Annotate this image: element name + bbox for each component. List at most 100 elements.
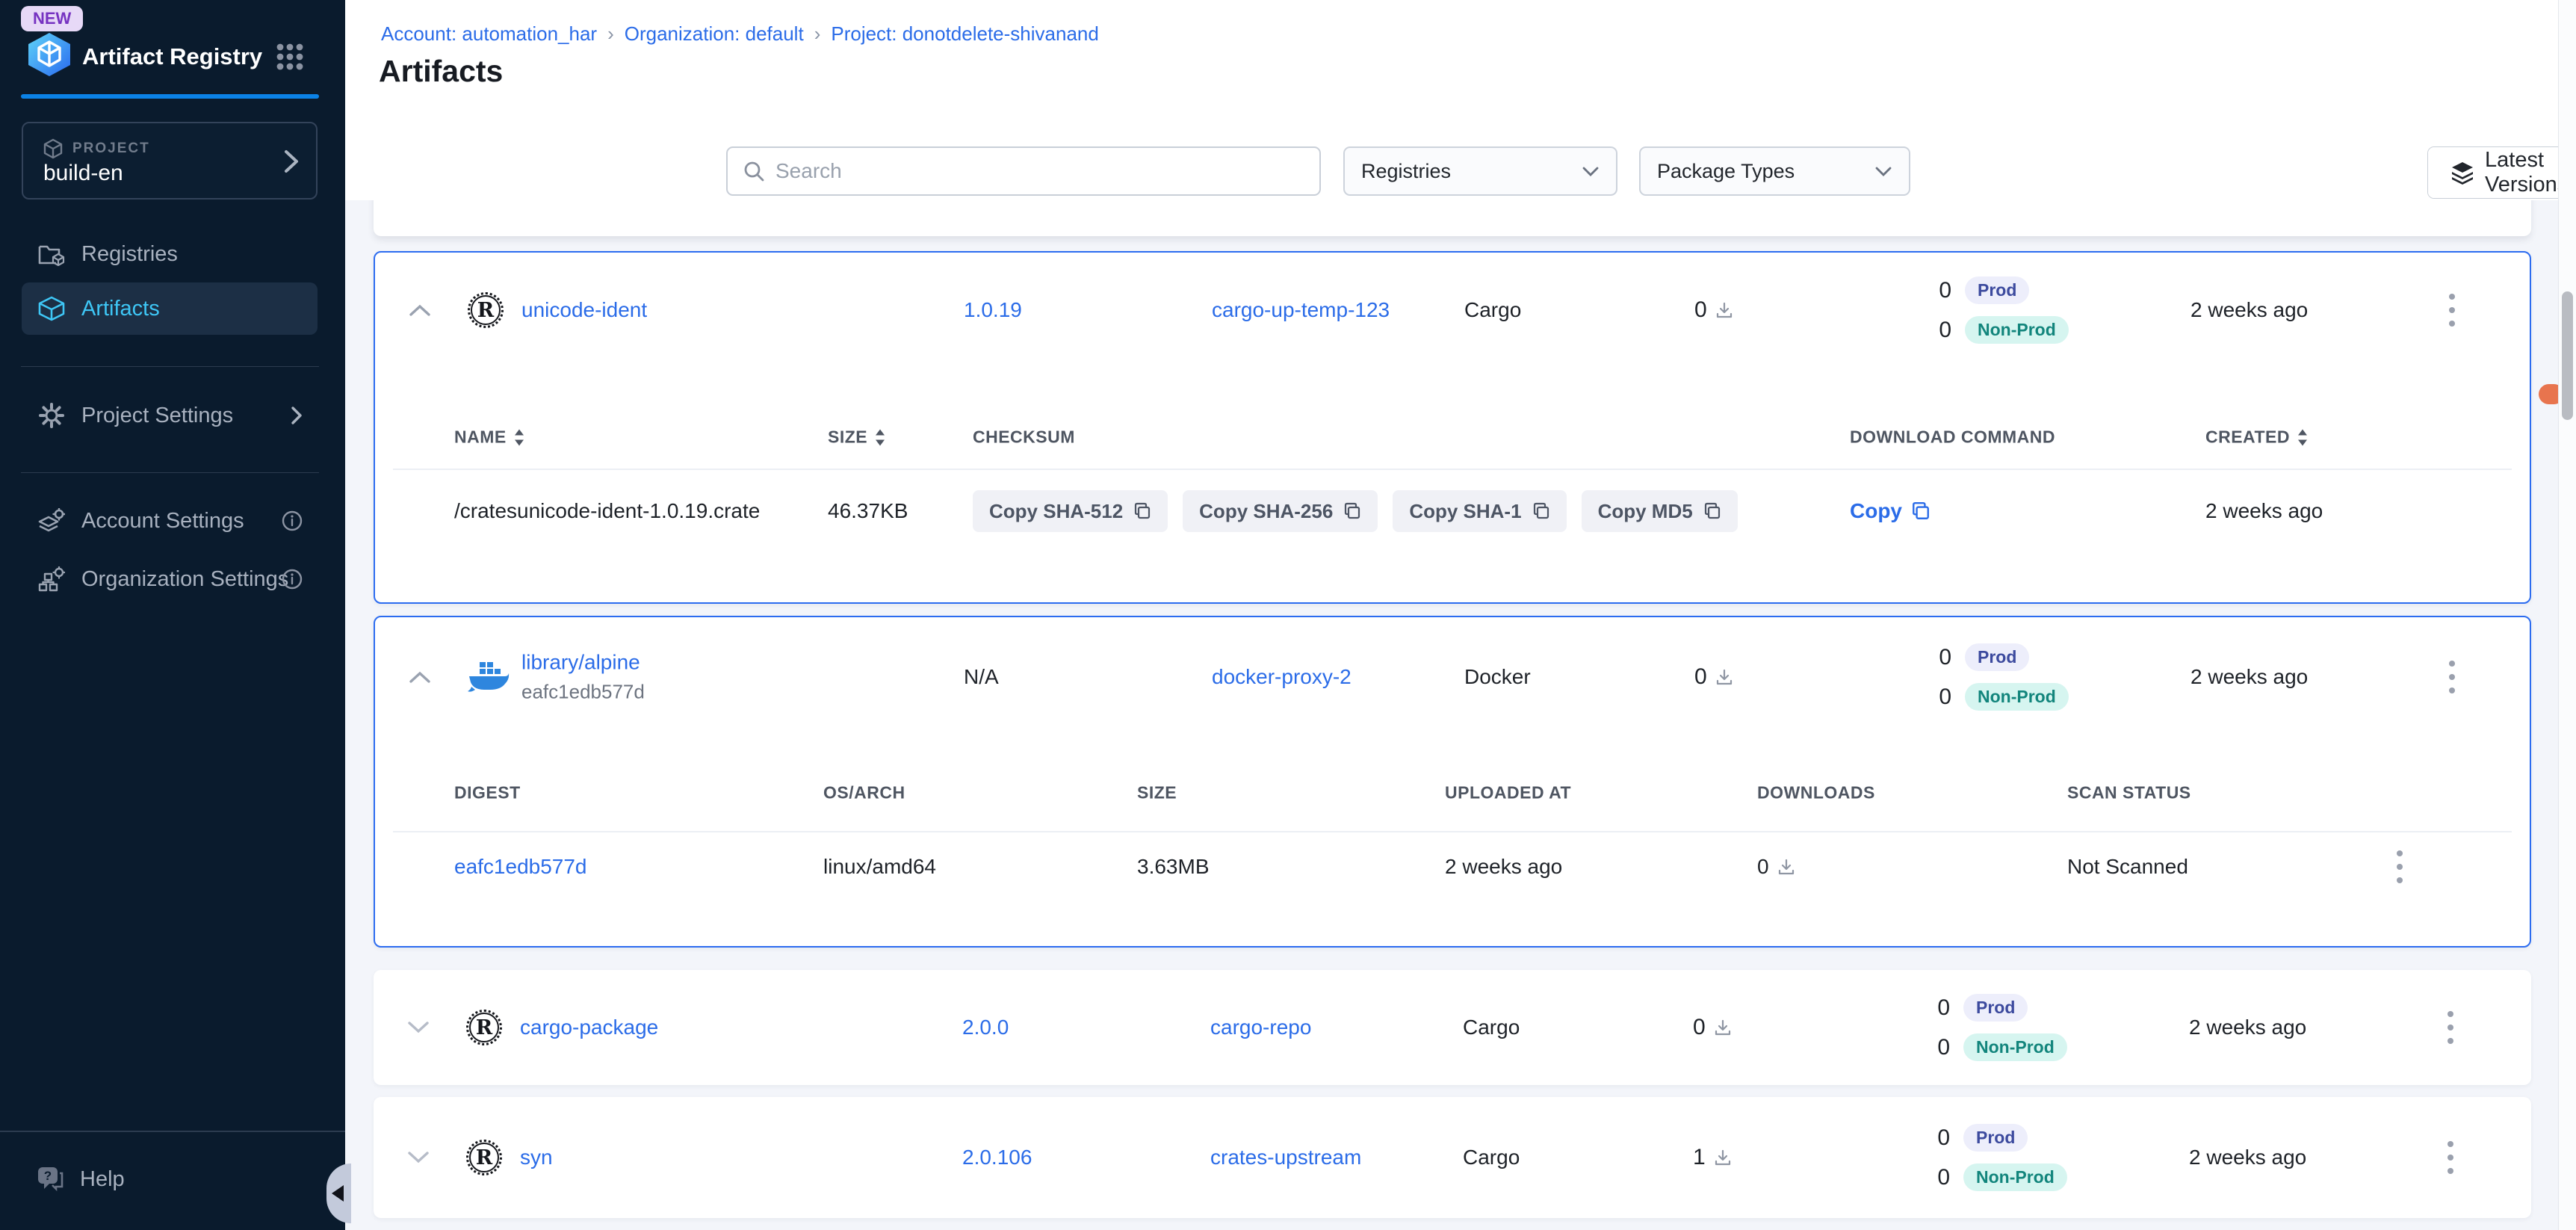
page-scrollbar[interactable] bbox=[2558, 0, 2576, 1230]
artifact-row[interactable]: R syn 2.0.106 crates-upstream Cargo 1 0 … bbox=[374, 1097, 2531, 1218]
breadcrumb-organization[interactable]: Organization: default bbox=[625, 22, 804, 46]
rust-crate-icon: R bbox=[466, 1010, 502, 1045]
sidebar-item-artifacts[interactable]: Artifacts bbox=[22, 282, 318, 335]
gear-icon bbox=[38, 402, 65, 429]
file-size: 46.37KB bbox=[828, 499, 908, 523]
artifact-repository-link[interactable]: crates-upstream bbox=[1210, 1146, 1361, 1169]
sidebar-item-organization-settings[interactable]: Organization Settings bbox=[22, 553, 318, 605]
sidebar-item-label: Account Settings bbox=[81, 509, 244, 534]
nonprod-count: 0 bbox=[1938, 684, 1951, 710]
latest-versions-button[interactable]: Latest Versions bbox=[2428, 147, 2576, 198]
artifact-version-link[interactable]: 2.0.0 bbox=[962, 1016, 1009, 1039]
artifact-repository-link[interactable]: docker-proxy-2 bbox=[1212, 665, 1352, 688]
info-icon[interactable] bbox=[282, 510, 303, 531]
prod-badge: Prod bbox=[1965, 643, 2029, 671]
artifact-row[interactable]: R cargo-package 2.0.0 cargo-repo Cargo 0… bbox=[374, 970, 2531, 1085]
chevron-right-icon bbox=[291, 406, 303, 425]
project-label: PROJECT bbox=[72, 140, 150, 157]
row-menu-kebab-icon[interactable] bbox=[2442, 286, 2462, 334]
sidebar-item-label: Organization Settings bbox=[81, 567, 288, 592]
download-icon bbox=[1715, 1149, 1731, 1166]
image-size: 3.63MB bbox=[1137, 855, 1210, 879]
registries-dropdown[interactable]: Registries bbox=[1343, 146, 1617, 196]
divider bbox=[393, 831, 2512, 832]
search-box bbox=[726, 146, 1321, 196]
layers-gear-icon bbox=[38, 508, 65, 534]
expand-row-chevron-down[interactable] bbox=[405, 1144, 432, 1171]
collapse-row-chevron-up[interactable] bbox=[406, 664, 433, 690]
prod-count: 0 bbox=[1938, 645, 1951, 670]
column-header-size[interactable]: SIZE bbox=[828, 427, 885, 448]
info-icon[interactable] bbox=[282, 569, 303, 590]
artifact-card-unicode-ident: R unicode-ident 1.0.19 cargo-up-temp-123… bbox=[374, 251, 2531, 604]
artifact-name-link[interactable]: syn bbox=[520, 1146, 553, 1169]
sidebar-item-registries[interactable]: Registries bbox=[22, 228, 318, 280]
column-header-created[interactable]: CREATED bbox=[2205, 427, 2308, 448]
app-grid-icon[interactable] bbox=[276, 43, 303, 70]
artifact-row[interactable]: library/alpine eafc1edb577d N/A docker-p… bbox=[375, 617, 2530, 737]
breadcrumb-project[interactable]: Project: donotdelete-shivanand bbox=[831, 22, 1098, 46]
artifact-registry-logo-icon bbox=[25, 31, 74, 78]
digest-menu-kebab-icon[interactable] bbox=[2389, 843, 2410, 891]
row-menu-kebab-icon[interactable] bbox=[2442, 653, 2462, 701]
column-header-name[interactable]: NAME bbox=[454, 427, 524, 448]
help-button[interactable]: ? Help bbox=[37, 1166, 125, 1193]
package-types-dropdown[interactable]: Package Types bbox=[1639, 146, 1910, 196]
divider bbox=[21, 472, 319, 473]
project-name: build-en bbox=[43, 161, 123, 186]
copy-md5-button[interactable]: Copy MD5 bbox=[1582, 490, 1738, 532]
artifact-version-link[interactable]: 2.0.106 bbox=[962, 1146, 1032, 1169]
downloads-count: 1 bbox=[1693, 1145, 1706, 1170]
breadcrumb-separator: › bbox=[607, 22, 614, 46]
sidebar-item-account-settings[interactable]: Account Settings bbox=[22, 495, 318, 547]
package-type: Cargo bbox=[1464, 298, 1521, 321]
sidebar-item-label: Project Settings bbox=[81, 404, 233, 428]
artifact-name-link[interactable]: unicode-ident bbox=[521, 298, 647, 321]
artifact-version: N/A bbox=[964, 665, 999, 688]
collapse-left-icon bbox=[332, 1185, 344, 1202]
artifacts-cube-icon bbox=[38, 296, 65, 321]
latest-versions-label: Latest Versions bbox=[2485, 148, 2568, 197]
copy-sha512-button[interactable]: Copy SHA-512 bbox=[973, 490, 1168, 532]
sidebar: NEW Artifact Registry PROJECT build-e bbox=[0, 0, 345, 1230]
copy-sha1-button[interactable]: Copy SHA-1 bbox=[1393, 490, 1566, 532]
search-input[interactable] bbox=[775, 159, 1284, 183]
artifact-repository-link[interactable]: cargo-repo bbox=[1210, 1016, 1311, 1039]
expand-row-chevron-down[interactable] bbox=[405, 1014, 432, 1041]
copy-sha256-button[interactable]: Copy SHA-256 bbox=[1183, 490, 1378, 532]
scan-status: Not Scanned bbox=[2067, 855, 2188, 879]
collapse-row-chevron-up[interactable] bbox=[406, 297, 433, 324]
prod-badge: Prod bbox=[1965, 276, 2029, 304]
prod-count: 0 bbox=[1936, 1125, 1950, 1151]
artifact-repository-link[interactable]: cargo-up-temp-123 bbox=[1212, 298, 1390, 321]
column-header-downloads: DOWNLOADS bbox=[1757, 783, 1875, 803]
row-menu-kebab-icon[interactable] bbox=[2440, 1004, 2461, 1051]
breadcrumb-account[interactable]: Account: automation_har bbox=[381, 22, 597, 46]
versions-toggle: Latest Versions All Versions bbox=[2427, 146, 2576, 199]
downloads-count: 0 bbox=[1694, 297, 1707, 323]
project-selector[interactable]: PROJECT build-en bbox=[22, 122, 318, 200]
digest-link[interactable]: eafc1edb577d bbox=[454, 855, 587, 878]
download-icon bbox=[1716, 669, 1733, 685]
column-header-digest: DIGEST bbox=[454, 783, 521, 803]
column-header-scan-status: SCAN STATUS bbox=[2067, 783, 2191, 803]
download-icon bbox=[1715, 1019, 1731, 1036]
artifact-name-link[interactable]: library/alpine bbox=[521, 651, 645, 675]
artifact-row[interactable]: R unicode-ident 1.0.19 cargo-up-temp-123… bbox=[375, 253, 2530, 368]
svg-text:?: ? bbox=[44, 1169, 52, 1183]
scrollbar-thumb[interactable] bbox=[2562, 291, 2573, 420]
column-header-size: SIZE bbox=[1137, 783, 1177, 803]
divider bbox=[21, 366, 319, 367]
uploaded-at: 2 weeks ago bbox=[1445, 855, 1562, 879]
copy-download-command-button[interactable]: Copy bbox=[1850, 499, 1931, 523]
sidebar-item-project-settings[interactable]: Project Settings bbox=[22, 389, 318, 442]
file-created: 2 weeks ago bbox=[2205, 499, 2323, 523]
artifact-name-link[interactable]: cargo-package bbox=[520, 1016, 658, 1039]
nonprod-badge: Non-Prod bbox=[1963, 1033, 2067, 1061]
artifact-card-cargo-package: R cargo-package 2.0.0 cargo-repo Cargo 0… bbox=[374, 970, 2531, 1085]
artifact-version-link[interactable]: 1.0.19 bbox=[964, 298, 1022, 321]
row-menu-kebab-icon[interactable] bbox=[2440, 1134, 2461, 1181]
package-types-dropdown-label: Package Types bbox=[1657, 160, 1795, 183]
package-type: Cargo bbox=[1463, 1016, 1520, 1039]
divider bbox=[393, 469, 2512, 470]
